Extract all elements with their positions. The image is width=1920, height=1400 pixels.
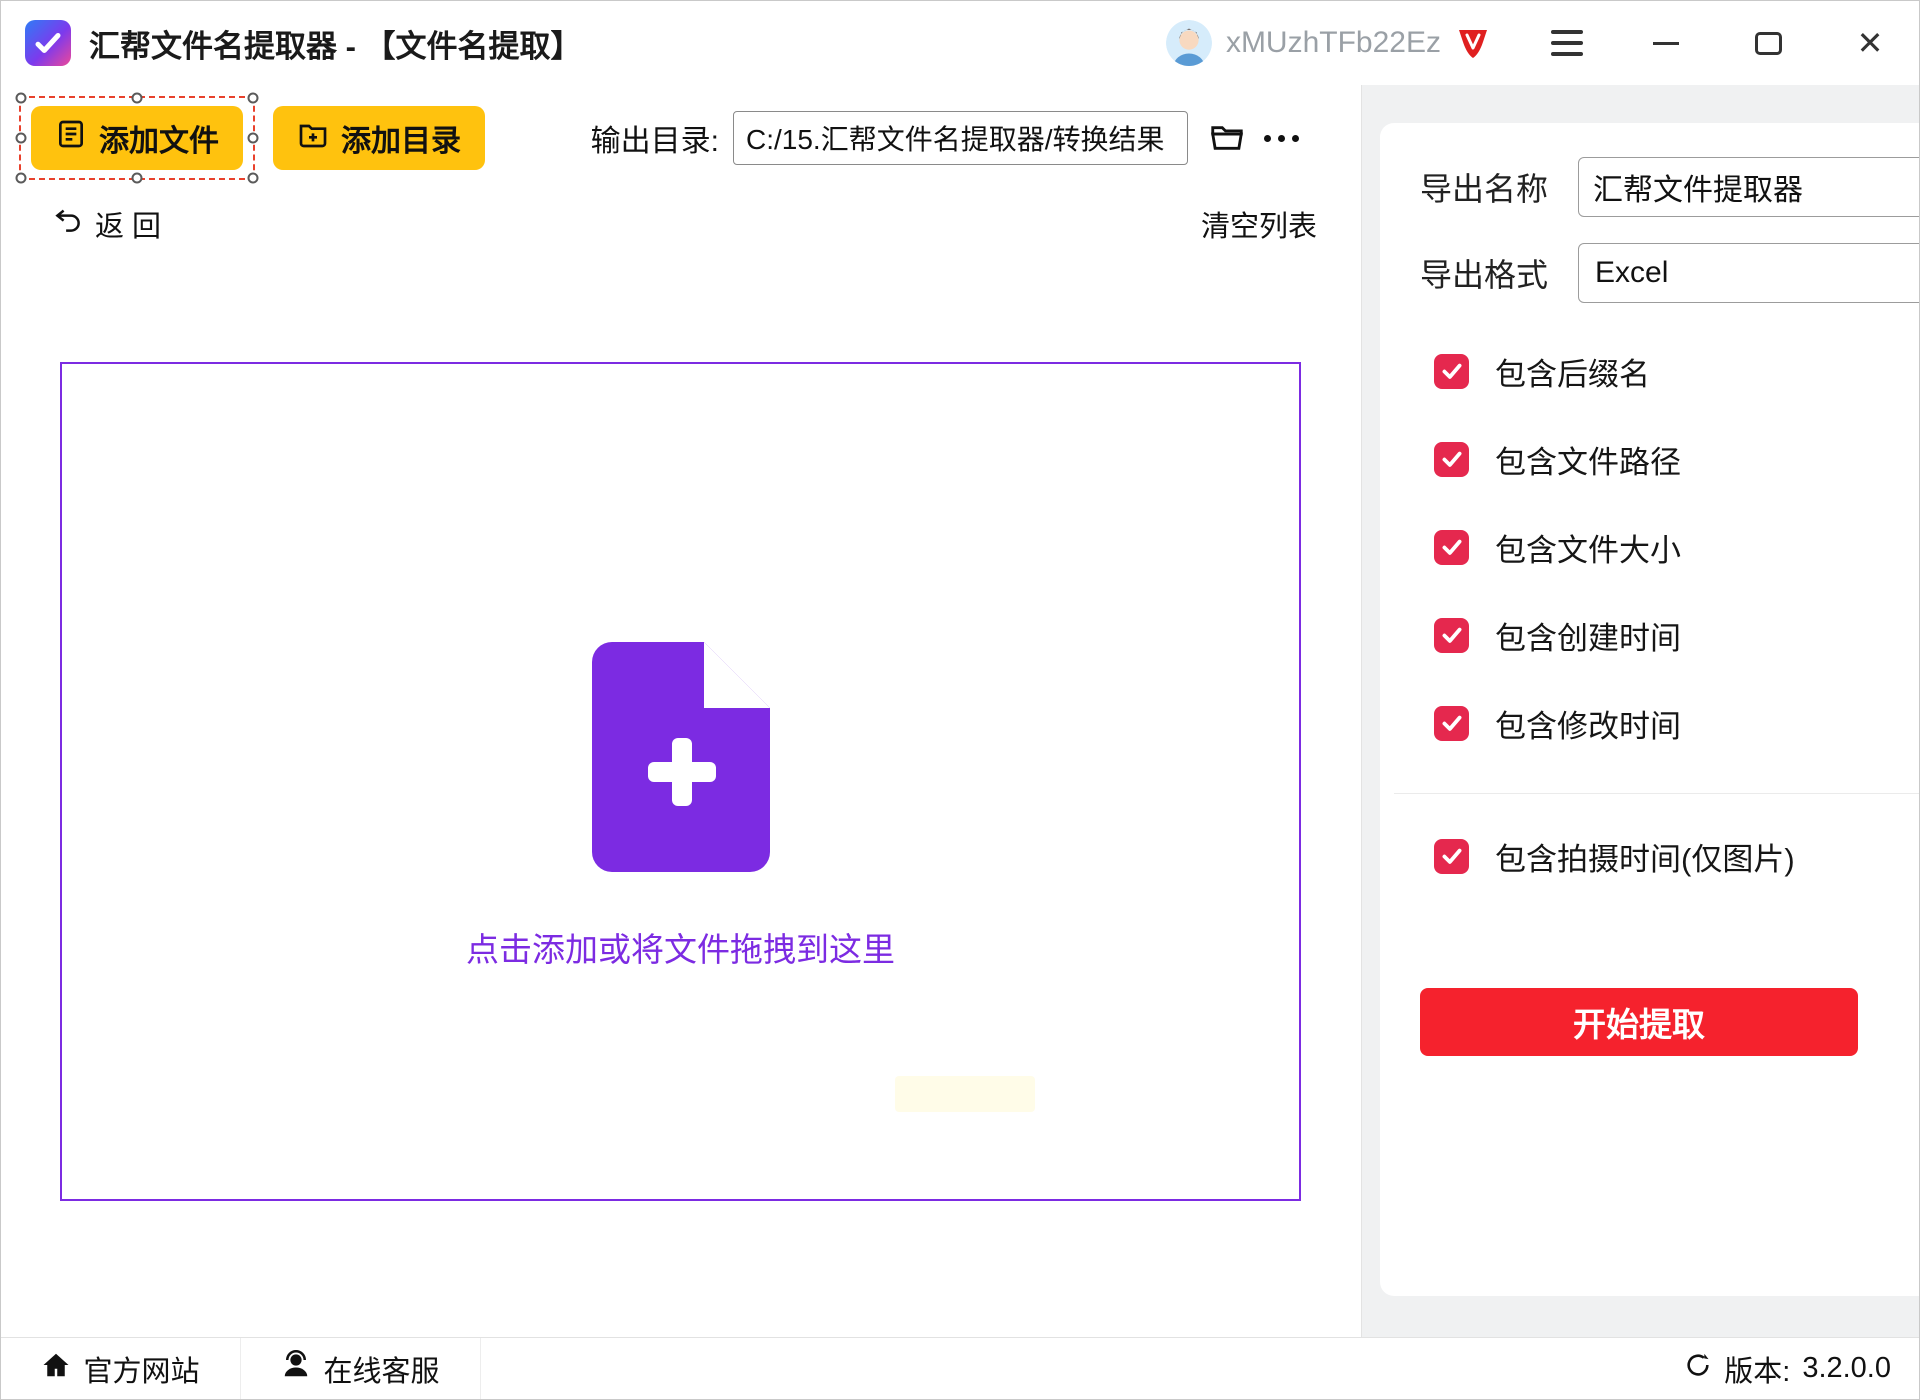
annotation-selection-box: 添加文件 — [19, 96, 255, 180]
output-dir-input[interactable] — [733, 111, 1188, 165]
app-logo-icon — [25, 20, 71, 66]
back-icon — [53, 205, 83, 243]
maximize-button[interactable] — [1749, 21, 1787, 65]
selection-handle[interactable] — [132, 173, 143, 184]
home-icon — [41, 1350, 71, 1388]
back-button[interactable]: 返 回 — [53, 203, 161, 245]
selection-handle[interactable] — [132, 93, 143, 104]
checkbox-checked-icon[interactable] — [1434, 706, 1469, 741]
sidebar: 导出名称 导出格式 Excel 包含后缀名 — [1361, 85, 1920, 1337]
selection-handle[interactable] — [16, 93, 27, 104]
checkbox-checked-icon[interactable] — [1434, 354, 1469, 389]
selection-handle[interactable] — [16, 173, 27, 184]
export-format-label: 导出格式 — [1420, 250, 1578, 296]
minimize-button[interactable] — [1647, 21, 1685, 65]
username: xMUzhTFb22Ez — [1226, 26, 1441, 60]
selection-handle[interactable] — [248, 133, 259, 144]
back-label: 返 回 — [95, 203, 161, 245]
option-include-path[interactable]: 包含文件路径 — [1434, 441, 1920, 477]
checkbox-label: 包含后缀名 — [1495, 349, 1650, 394]
vip-badge-icon[interactable] — [1455, 26, 1491, 60]
output-dir-label: 输出目录: — [591, 116, 719, 160]
watermark — [895, 1076, 1035, 1112]
app-window: 汇帮文件名提取器 - 【文件名提取】 xMUzhTFb22Ez — [0, 0, 1920, 1400]
add-file-button[interactable]: 添加文件 — [31, 106, 243, 170]
main-panel: 添加文件 添加目录 输出目录: — [1, 85, 1361, 1337]
divider — [1394, 793, 1920, 794]
dropzone[interactable]: 点击添加或将文件拖拽到这里 — [60, 362, 1301, 1201]
checkbox-checked-icon[interactable] — [1434, 618, 1469, 653]
option-include-size[interactable]: 包含文件大小 — [1434, 529, 1920, 565]
add-directory-icon — [297, 118, 329, 158]
option-include-extension[interactable]: 包含后缀名 — [1434, 353, 1920, 389]
export-settings-card: 导出名称 导出格式 Excel 包含后缀名 — [1380, 123, 1920, 1296]
version-label: 版本: — [1724, 1348, 1790, 1390]
add-file-icon — [55, 118, 87, 158]
official-website-link[interactable]: 官方网站 — [1, 1338, 241, 1399]
selection-handle[interactable] — [248, 173, 259, 184]
add-file-big-icon — [592, 642, 770, 877]
toolbar-secondary: 返 回 清空列表 — [1, 181, 1361, 245]
export-format-value: Excel — [1595, 256, 1668, 290]
more-options-icon[interactable] — [1264, 135, 1299, 142]
checkbox-checked-icon[interactable] — [1434, 530, 1469, 565]
checkbox-label: 包含文件大小 — [1495, 525, 1681, 570]
selection-handle[interactable] — [248, 93, 259, 104]
checkbox-label: 包含文件路径 — [1495, 437, 1681, 482]
option-include-modified-time[interactable]: 包含修改时间 — [1434, 705, 1920, 741]
support-agent-icon — [281, 1350, 311, 1388]
menu-icon[interactable] — [1551, 30, 1583, 56]
add-directory-button[interactable]: 添加目录 — [273, 106, 485, 170]
toolbar: 添加文件 添加目录 输出目录: — [1, 85, 1361, 181]
checkbox-checked-icon[interactable] — [1434, 839, 1469, 874]
browse-folder-icon[interactable] — [1208, 119, 1246, 157]
start-extract-button[interactable]: 开始提取 — [1420, 988, 1858, 1056]
online-support-label: 在线客服 — [323, 1348, 439, 1390]
option-include-photo-time[interactable]: 包含拍摄时间(仅图片) — [1434, 838, 1920, 874]
export-name-input[interactable] — [1578, 157, 1920, 217]
checkbox-label: 包含修改时间 — [1495, 701, 1681, 746]
refresh-icon[interactable] — [1684, 1351, 1712, 1387]
dropzone-hint: 点击添加或将文件拖拽到这里 — [466, 923, 895, 971]
version-value: 3.2.0.0 — [1802, 1352, 1891, 1385]
app-title: 汇帮文件名提取器 - 【文件名提取】 — [89, 21, 582, 66]
titlebar: 汇帮文件名提取器 - 【文件名提取】 xMUzhTFb22Ez — [1, 1, 1919, 85]
checkbox-label: 包含创建时间 — [1495, 613, 1681, 658]
clear-list-button[interactable]: 清空列表 — [1201, 203, 1317, 245]
version-info: 版本: 3.2.0.0 — [1684, 1348, 1919, 1390]
selection-handle[interactable] — [16, 133, 27, 144]
online-support-link[interactable]: 在线客服 — [241, 1338, 481, 1399]
official-website-label: 官方网站 — [83, 1348, 199, 1390]
export-format-select[interactable]: Excel — [1578, 243, 1920, 303]
add-directory-label: 添加目录 — [341, 116, 461, 160]
footer: 官方网站 在线客服 版本: 3.2.0.0 — [1, 1337, 1919, 1399]
user-avatar[interactable] — [1166, 20, 1212, 66]
export-name-label: 导出名称 — [1420, 164, 1578, 210]
add-file-label: 添加文件 — [99, 116, 219, 160]
close-button[interactable]: ✕ — [1851, 21, 1889, 65]
checkbox-label: 包含拍摄时间(仅图片) — [1495, 834, 1795, 879]
checkbox-checked-icon[interactable] — [1434, 442, 1469, 477]
option-include-created-time[interactable]: 包含创建时间 — [1434, 617, 1920, 653]
